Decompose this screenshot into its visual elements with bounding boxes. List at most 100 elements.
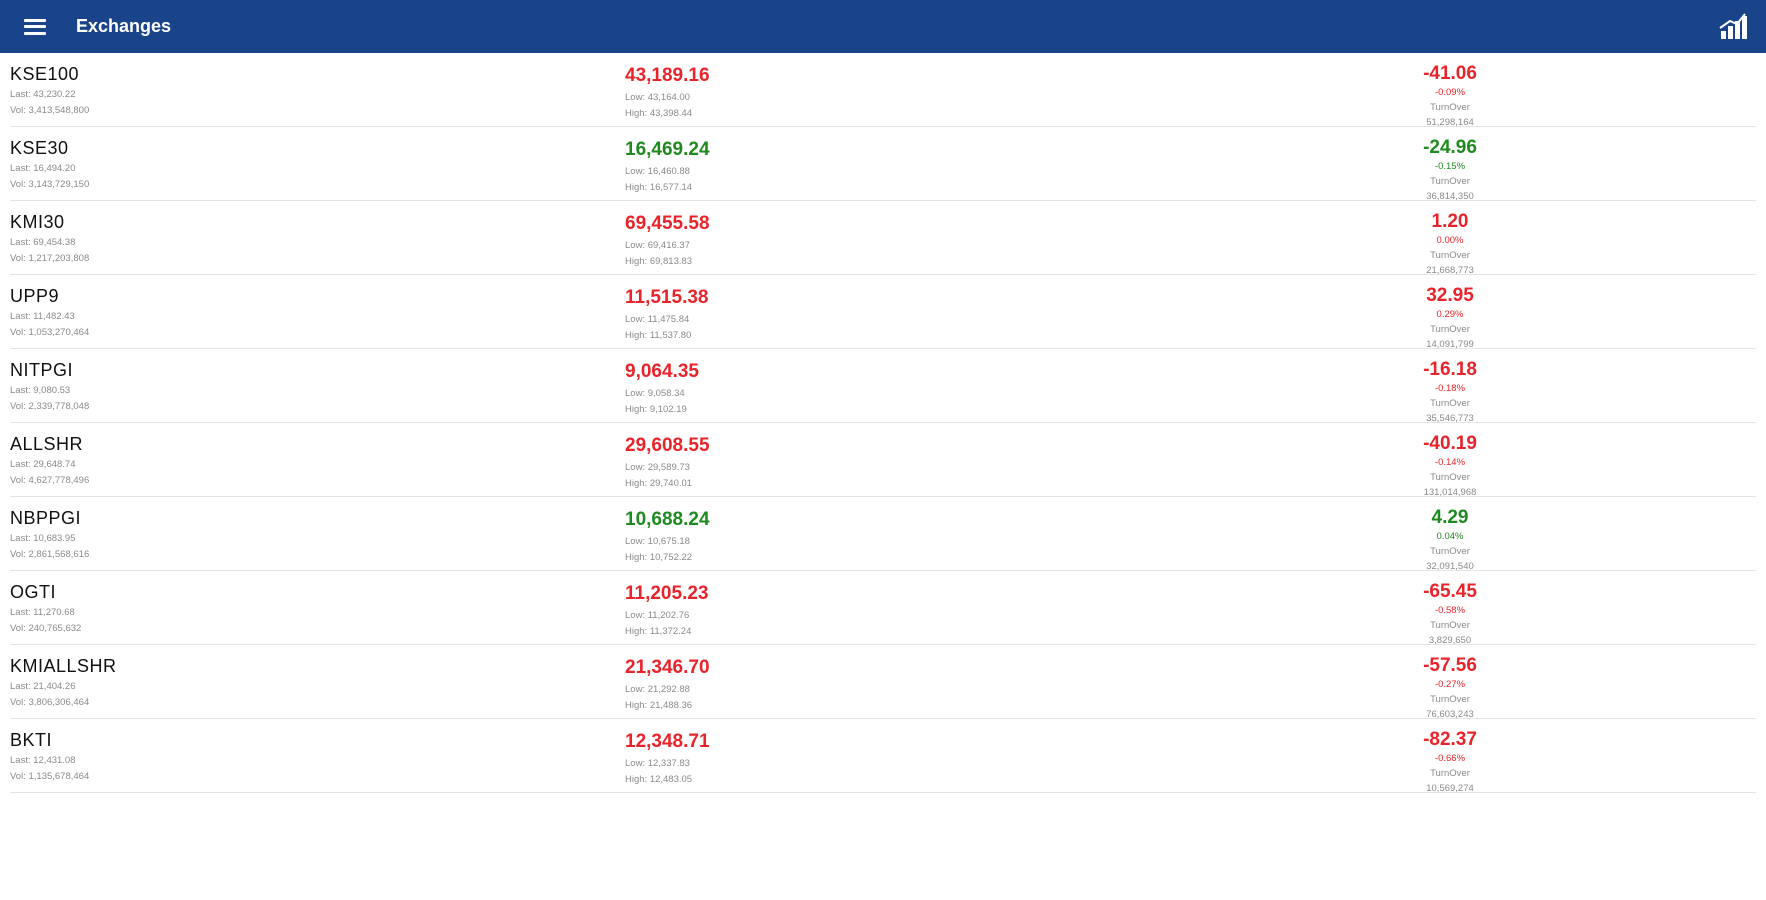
index-change-block: -16.18 -0.18% TurnOver 35,546,773 (1350, 359, 1550, 426)
index-last: Last: 12,431.08 (10, 755, 76, 766)
index-row[interactable]: NITPGI Last: 9,080.53 Vol: 2,339,778,048 9,… (10, 349, 1756, 426)
index-change-percent: -0.18% (1434, 383, 1466, 394)
index-change: 32.95 (1426, 285, 1474, 306)
index-change: -16.18 (1423, 359, 1477, 380)
turnover-label: TurnOver (1430, 768, 1470, 779)
index-row[interactable]: ALLSHR Last: 29,648.74 Vol: 4,627,778,496 2… (10, 423, 1756, 500)
index-value: 69,455.58 (625, 213, 710, 234)
index-high: High: 43,398.44 (625, 108, 693, 119)
index-volume: Vol: 4,627,778,496 (10, 475, 90, 486)
index-high: High: 9,102.19 (625, 404, 687, 415)
turnover-label: TurnOver (1430, 250, 1470, 261)
index-change-percent: 0.00% (1436, 235, 1464, 246)
app-bar: Exchanges (0, 0, 1766, 53)
index-last: Last: 16,494.20 (10, 163, 76, 174)
index-change: -40.19 (1423, 433, 1477, 454)
index-row[interactable]: KMIALLSHR Last: 21,404.26 Vol: 3,806,306,4… (10, 645, 1756, 722)
index-low: Low: 29,589.73 (625, 462, 690, 473)
index-low: Low: 12,337.83 (625, 758, 690, 769)
index-change-percent: -0.27% (1434, 679, 1466, 690)
turnover-label: TurnOver (1430, 398, 1470, 409)
index-row[interactable]: NBPPGI Last: 10,683.95 Vol: 2,861,568,616 1… (10, 497, 1756, 574)
index-value: 29,608.55 (625, 435, 710, 456)
index-low: Low: 69,416.37 (625, 240, 690, 251)
index-change-percent: -0.09% (1434, 87, 1466, 98)
index-change-block: -41.06 -0.09% TurnOver 51,298,164 (1350, 63, 1550, 130)
index-name: KSE100 (10, 64, 80, 84)
index-change: -41.06 (1423, 63, 1477, 84)
index-last: Last: 21,404.26 (10, 681, 76, 692)
index-high: High: 16,577.14 (625, 182, 693, 193)
index-change-percent: -0.66% (1434, 753, 1466, 764)
index-row[interactable]: KSE100 Last: 43,230.22 Vol: 3,413,548,800 4… (10, 53, 1756, 130)
index-row[interactable]: BKTI Last: 12,431.08 Vol: 1,135,678,464 12,… (10, 719, 1756, 796)
index-value: 16,469.24 (625, 139, 710, 160)
index-volume: Vol: 1,135,678,464 (10, 771, 90, 782)
index-change-percent: -0.15% (1434, 161, 1466, 172)
index-value: 11,205.23 (625, 583, 709, 604)
index-change-percent: 0.04% (1436, 531, 1464, 542)
index-row[interactable]: KMI30 Last: 69,454.38 Vol: 1,217,203,808 69… (10, 201, 1756, 278)
index-change-block: -82.37 -0.66% TurnOver 10,569,274 (1350, 729, 1550, 796)
index-last: Last: 43,230.22 (10, 89, 76, 100)
index-value: 9,064.35 (625, 361, 699, 382)
page-title: Exchanges (76, 16, 172, 36)
index-change-percent: -0.14% (1434, 457, 1466, 468)
index-change: -82.37 (1423, 729, 1477, 750)
index-high: High: 12,483.05 (625, 774, 693, 785)
index-high: High: 11,537.80 (625, 330, 692, 341)
index-last: Last: 11,270.68 (10, 607, 75, 618)
index-name: KMIALLSHR (10, 656, 117, 676)
index-change: -57.56 (1423, 655, 1477, 676)
index-name: ALLSHR (10, 434, 84, 454)
bar-chart-icon[interactable] (1718, 11, 1748, 41)
index-volume: Vol: 3,143,729,150 (10, 179, 90, 190)
index-last: Last: 9,080.53 (10, 385, 71, 396)
index-name: OGTI (10, 582, 56, 602)
index-row[interactable]: KSE30 Last: 16,494.20 Vol: 3,143,729,150 16… (10, 127, 1756, 204)
index-volume: Vol: 3,413,548,800 (10, 105, 90, 116)
index-change-block: 4.29 0.04% TurnOver 32,091,540 (1350, 507, 1550, 574)
index-high: High: 29,740.01 (625, 478, 693, 489)
index-last: Last: 69,454.38 (10, 237, 76, 248)
index-row[interactable]: OGTI Last: 11,270.68 Vol: 240,765,632 11,20… (10, 571, 1756, 646)
turnover-label: TurnOver (1430, 694, 1470, 705)
hamburger-menu-icon[interactable] (24, 18, 46, 35)
index-volume: Vol: 1,217,203,808 (10, 253, 90, 264)
index-change: 1.20 (1431, 211, 1469, 232)
index-low: Low: 9,058.34 (625, 388, 685, 399)
index-change: -65.45 (1423, 581, 1477, 602)
index-low: Low: 10,675.18 (625, 536, 690, 547)
index-high: High: 11,372.24 (625, 626, 692, 637)
index-change-block: 32.95 0.29% TurnOver 14,091,799 (1350, 285, 1550, 352)
index-low: Low: 43,164.00 (625, 92, 690, 103)
turnover-label: TurnOver (1430, 324, 1470, 335)
index-value: 21,346.70 (625, 657, 710, 678)
index-volume: Vol: 1,053,270,464 (10, 327, 90, 338)
index-change: 4.29 (1431, 507, 1469, 528)
turnover-label: TurnOver (1430, 620, 1470, 631)
index-row[interactable]: UPP9 Last: 11,482.43 Vol: 1,053,270,464 11,… (10, 275, 1756, 352)
index-change-block: -24.96 -0.15% TurnOver 36,814,350 (1350, 137, 1550, 204)
index-low: Low: 11,202.76 (625, 610, 690, 621)
index-volume: Vol: 240,765,632 (10, 623, 82, 634)
index-value: 10,688.24 (625, 509, 710, 530)
index-last: Last: 11,482.43 (10, 311, 75, 322)
index-change-block: 1.20 0.00% TurnOver 21,668,773 (1350, 211, 1550, 278)
index-low: Low: 16,460.88 (625, 166, 690, 177)
index-name: KMI30 (10, 212, 65, 232)
index-last: Last: 29,648.74 (10, 459, 76, 470)
index-low: Low: 21,292.88 (625, 684, 690, 695)
index-low: Low: 11,475.84 (625, 314, 690, 325)
index-last: Last: 10,683.95 (10, 533, 76, 544)
index-value: 12,348.71 (625, 731, 710, 752)
index-change-block: -40.19 -0.14% TurnOver 131,014,968 (1350, 433, 1550, 500)
index-name: KSE30 (10, 138, 69, 158)
turnover-label: TurnOver (1430, 102, 1470, 113)
index-name: UPP9 (10, 286, 60, 306)
index-list: KSE100 Last: 43,230.22 Vol: 3,413,548,800 4… (0, 53, 1766, 796)
index-volume: Vol: 2,339,778,048 (10, 401, 90, 412)
index-change-block: -57.56 -0.27% TurnOver 76,603,243 (1350, 655, 1550, 722)
index-change-percent: 0.29% (1436, 309, 1464, 320)
turnover-label: TurnOver (1430, 472, 1470, 483)
